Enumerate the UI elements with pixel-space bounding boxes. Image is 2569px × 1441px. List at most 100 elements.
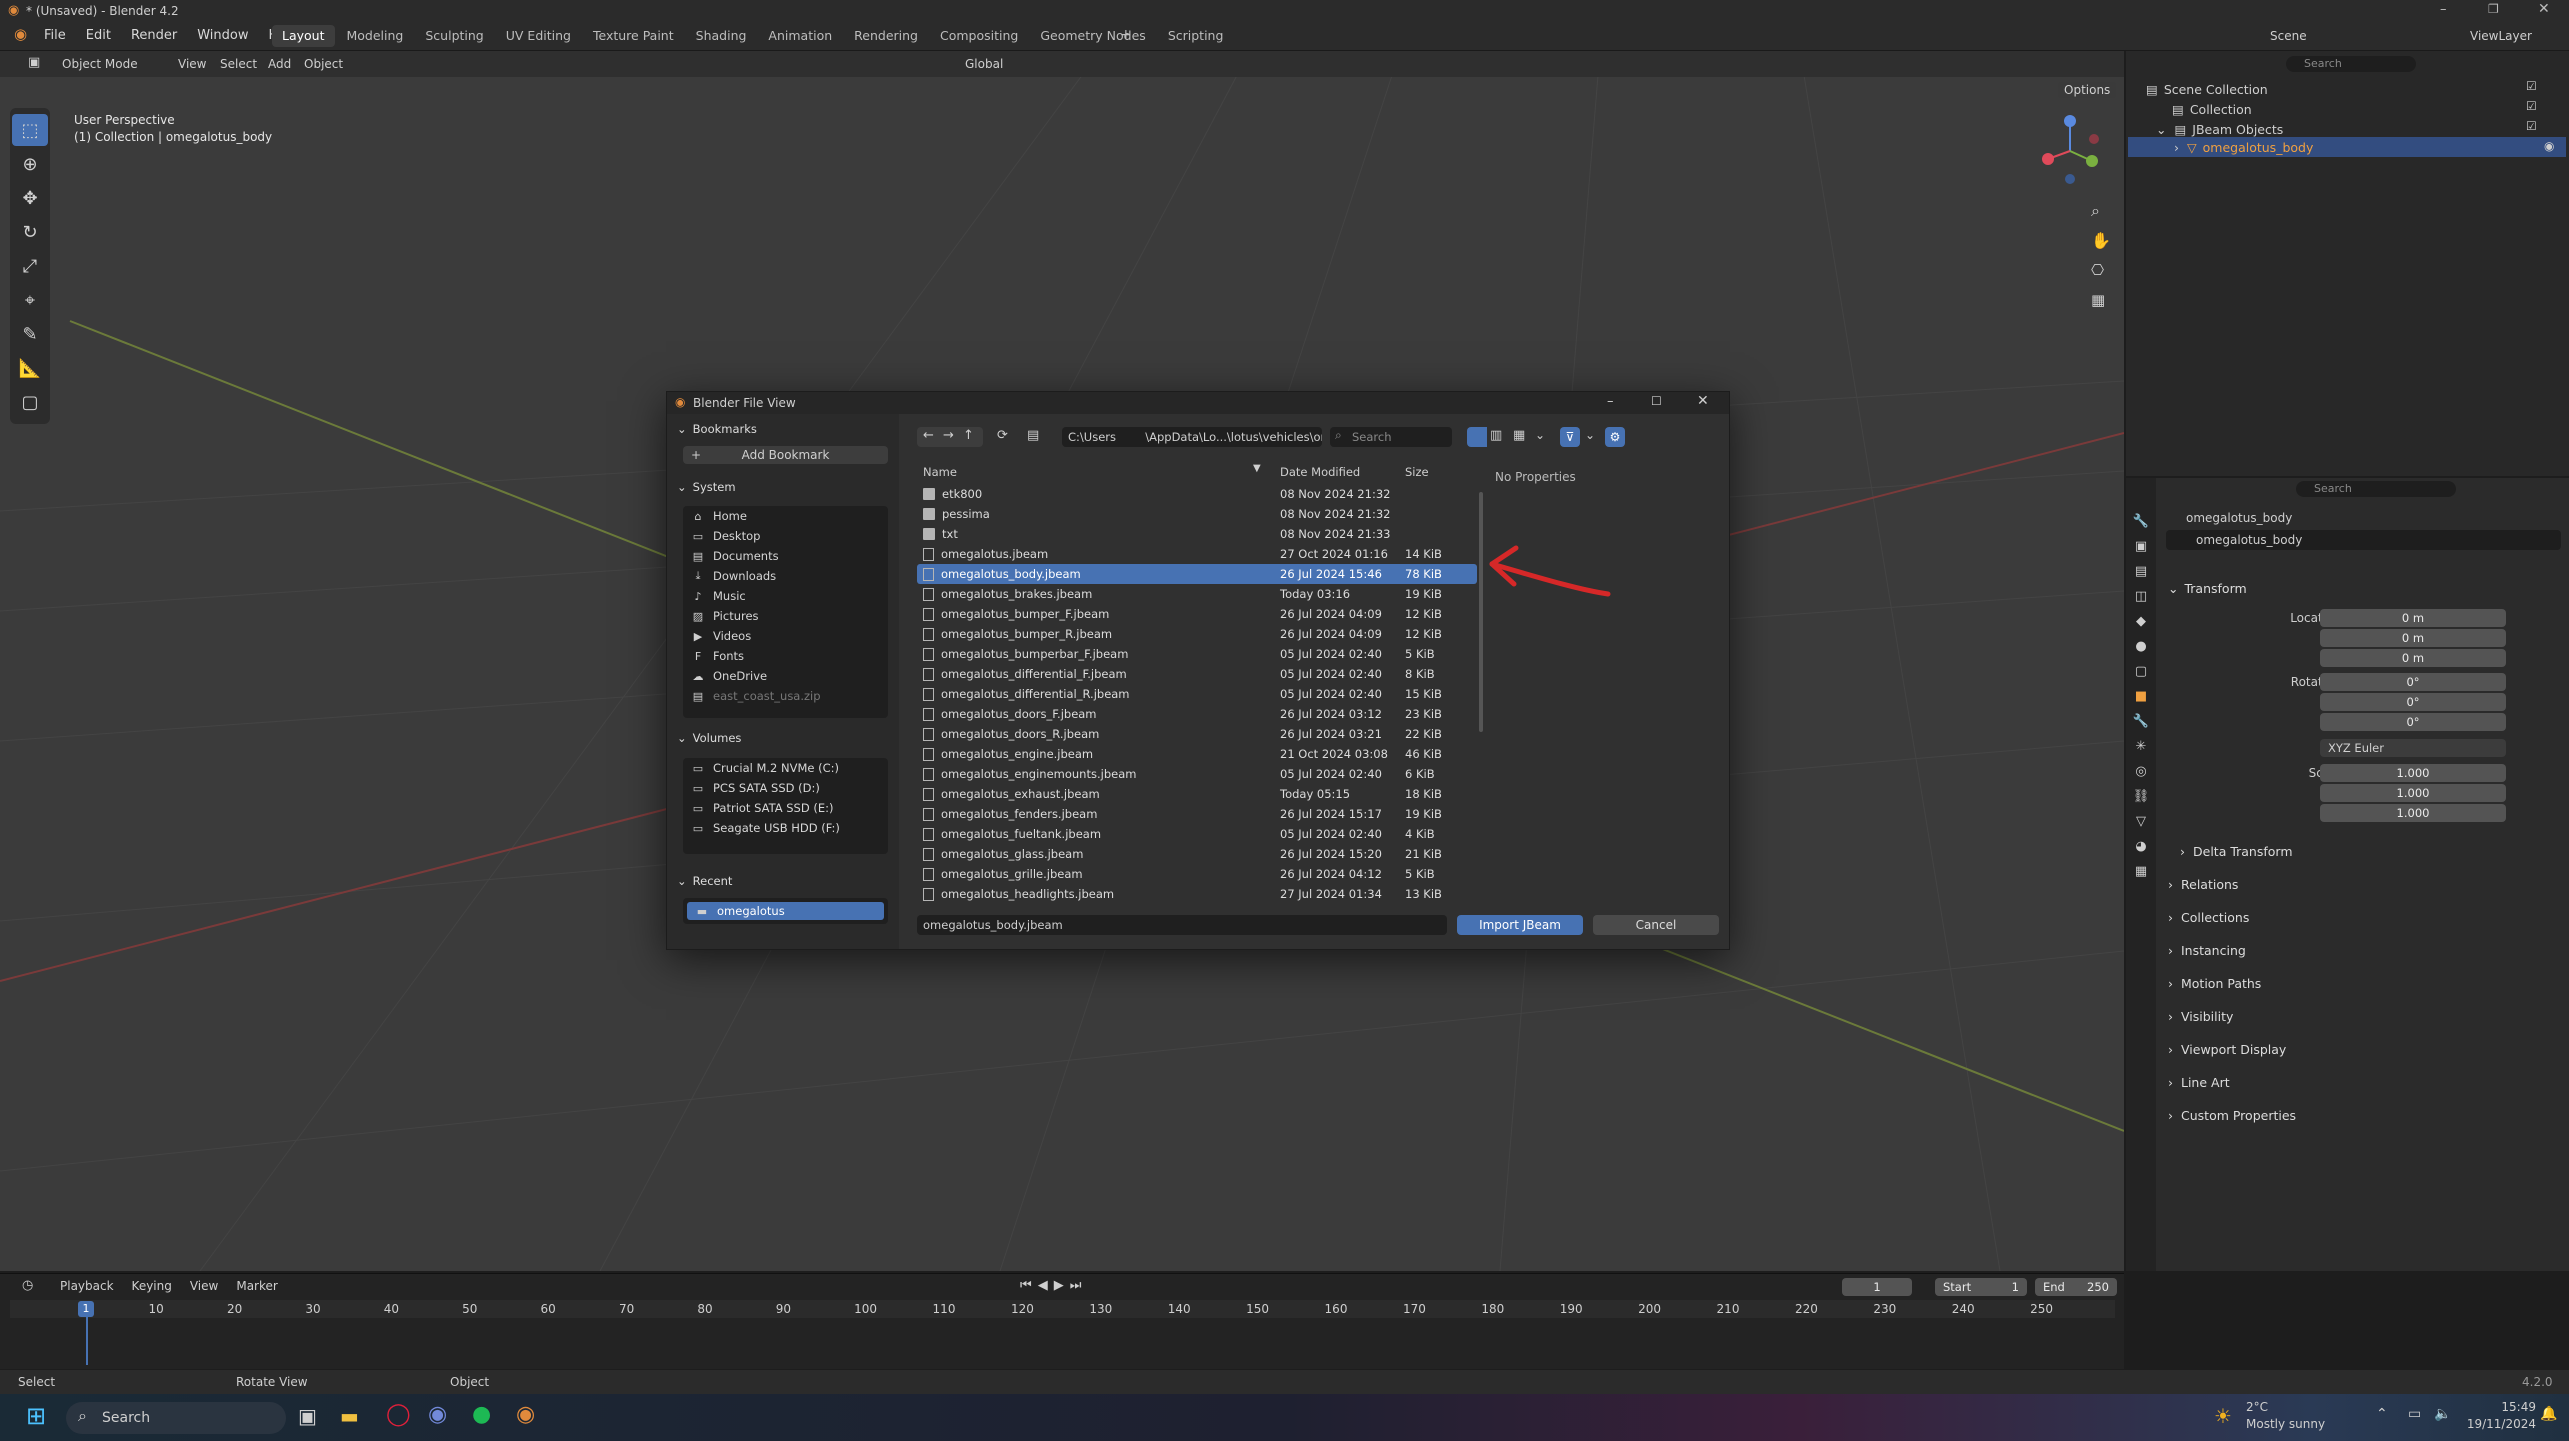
section-line-art[interactable]: › Line Art [2168,1066,2296,1099]
forward-arrow-icon[interactable]: → [943,428,954,443]
checkbox-icon[interactable]: ☑ [2526,79,2537,93]
tab-geometry-nodes[interactable]: Geometry Nodes [1030,25,1155,47]
render-tab-icon[interactable]: ▣ [2135,539,2147,554]
pan-hand-icon[interactable]: ✋ [2091,231,2111,250]
constraints-tab-icon[interactable]: ⛓ [2133,789,2150,804]
volumes-header[interactable]: ⌄ Volumes [677,727,741,749]
clock-date[interactable]: 19/11/2024 [2460,1417,2536,1431]
transform-tool-icon[interactable]: ⌖ [12,284,48,316]
end-frame-field[interactable]: End 250 [2035,1278,2117,1296]
section-visibility[interactable]: › Visibility [2168,1000,2296,1033]
scale-x-field[interactable]: 1.000 [2320,764,2506,782]
import-jbeam-button[interactable]: Import JBeam [1457,915,1583,935]
file-row[interactable]: omegalotus_bumper_R.jbeam 26 Jul 2024 04:… [917,624,1477,644]
scale-z-field[interactable]: 1.000 [2320,804,2506,822]
opera-icon[interactable]: ◯ [386,1402,411,1427]
spotify-icon[interactable]: ● [472,1402,491,1427]
checkbox-icon[interactable]: ☑ [2526,119,2537,133]
discord-icon[interactable]: ◉ [428,1402,447,1427]
tab-rendering[interactable]: Rendering [844,25,928,47]
settings-gear-icon[interactable]: ⚙ [1605,427,1625,447]
menu-window[interactable]: Window [187,26,258,46]
tab-layout[interactable]: Layout [272,25,335,47]
system-item-east-coast-usa-zip[interactable]: ▤ east_coast_usa.zip [683,686,888,706]
outliner-search-input[interactable]: Search [2286,56,2416,72]
volume-icon[interactable]: 🔈 [2434,1406,2451,1422]
back-arrow-icon[interactable]: ← [923,428,934,443]
scale-tool-icon[interactable]: ⤢ [12,250,48,282]
file-row[interactable]: omegalotus_doors_R.jbeam 26 Jul 2024 03:2… [917,724,1477,744]
timeline-menu-view[interactable]: View [190,1279,218,1293]
folder-row[interactable]: etk800 08 Nov 2024 21:32 [917,484,1477,504]
tab-scripting[interactable]: Scripting [1158,25,1234,47]
object-name-field[interactable]: omegalotus_body [2166,530,2561,550]
section-custom-properties[interactable]: › Custom Properties [2168,1099,2296,1132]
dialog-close-icon[interactable]: ✕ [1697,393,1709,409]
viewport-menu-object[interactable]: Object [304,57,343,71]
file-explorer-icon[interactable]: ▬ [340,1404,359,1428]
scene-selector[interactable]: Scene [2270,29,2307,43]
collection-tab-icon[interactable]: ▢ [2135,664,2147,679]
menu-file[interactable]: File [34,26,76,46]
rotation-y-field[interactable]: 0° [2320,693,2506,711]
task-view-icon[interactable]: ▣ [298,1404,317,1428]
tool-tab-icon[interactable]: 🔧 [2133,514,2149,529]
cancel-button[interactable]: Cancel [1593,915,1719,935]
viewport-menu-view[interactable]: View [178,57,206,71]
data-tab-icon[interactable]: ▽ [2136,814,2146,829]
cursor-tool-icon[interactable]: ⊕ [12,148,48,180]
restore-icon[interactable]: ❐ [2488,2,2499,16]
section-viewport-display[interactable]: › Viewport Display [2168,1033,2296,1066]
viewlayer-selector[interactable]: ViewLayer [2470,29,2532,43]
file-row[interactable]: omegalotus_engine.jbeam 21 Oct 2024 03:08… [917,744,1477,764]
outliner-row-jbeam-objects[interactable]: ⌄ ▤ JBeam Objects [2156,119,2283,139]
menu-render[interactable]: Render [121,26,187,46]
location-y-field[interactable]: 0 m [2320,629,2506,647]
recent-item[interactable]: ▬ omegalotus [687,902,884,920]
folder-row[interactable]: pessima 08 Nov 2024 21:32 [917,504,1477,524]
current-frame-field[interactable]: 1 [1842,1278,1912,1296]
start-frame-field[interactable]: Start 1 [1935,1278,2027,1296]
select-tool-icon[interactable]: ⬚ [12,114,48,146]
tab-shading[interactable]: Shading [686,25,757,47]
visibility-eye-icon[interactable]: ◉ [2544,139,2554,153]
system-item-pictures[interactable]: ▨ Pictures [683,606,888,626]
file-row[interactable]: omegalotus_bumperbar_F.jbeam 05 Jul 2024 … [917,644,1477,664]
file-row[interactable]: omegalotus_fueltank.jbeam 05 Jul 2024 02:… [917,824,1477,844]
taskbar-search-box[interactable]: ⌕ Search [66,1402,286,1434]
annotate-tool-icon[interactable]: ✎ [12,318,48,350]
filename-input[interactable]: omegalotus_body.jbeam [917,915,1447,935]
location-z-field[interactable]: 0 m [2320,649,2506,667]
clock-time[interactable]: 15:49 [2470,1400,2536,1414]
outliner-row-scene-collection[interactable]: ▤ Scene Collection [2146,79,2268,99]
blender-taskbar-icon[interactable]: ◉ [516,1402,535,1427]
expand-chevron-icon[interactable]: ⌄ [2156,122,2166,137]
view-layer-tab-icon[interactable]: ◫ [2135,589,2147,604]
checkbox-icon[interactable]: ☑ [2526,99,2537,113]
rotation-mode-dropdown[interactable]: XYZ Euler [2320,739,2506,757]
thumbnails-icon[interactable]: ▦ [1513,428,1525,443]
file-row[interactable]: omegalotus_body.jbeam 26 Jul 2024 15:46 78… [917,564,1477,584]
path-input[interactable]: C:\Users \AppData\Lo...\lotus\vehicles\o… [1062,427,1322,447]
outliner-row-collection[interactable]: ▤ Collection [2172,99,2252,119]
texture-tab-icon[interactable]: ▦ [2135,864,2147,879]
system-item-videos[interactable]: ▶ Videos [683,626,888,646]
filter-dropdown-icon[interactable]: ⌄ [1585,428,1595,442]
rotation-z-field[interactable]: 0° [2320,713,2506,731]
file-list-scrollbar[interactable] [1479,492,1483,732]
viewport-menu-add[interactable]: Add [268,57,291,71]
file-row[interactable]: omegalotus_fenders.jbeam 26 Jul 2024 15:1… [917,804,1477,824]
system-item-home[interactable]: ⌂ Home [683,506,888,526]
volume-item[interactable]: ▭ Patriot SATA SSD (E:) [683,798,888,818]
file-row[interactable]: omegalotus_exhaust.jbeam Today 05:15 18 Ki… [917,784,1477,804]
physics-tab-icon[interactable]: ◎ [2135,764,2146,779]
list-view-icon[interactable] [1467,427,1487,447]
file-row[interactable]: omegalotus_brakes.jbeam Today 03:16 19 KiB [917,584,1477,604]
properties-search-input[interactable]: Search [2296,481,2456,497]
new-folder-icon[interactable]: ▤ [1027,428,1039,443]
parent-dir-icon[interactable]: ↑ [963,428,974,443]
tab-animation[interactable]: Animation [758,25,842,47]
zoom-icon[interactable]: ⌕ [2091,201,2100,221]
frame-ruler[interactable]: 10 20 30 40 50 60 70 80 90 100 110 120 130 140 150 160 1… [10,1300,2115,1318]
volume-item[interactable]: ▭ PCS SATA SSD (D:) [683,778,888,798]
